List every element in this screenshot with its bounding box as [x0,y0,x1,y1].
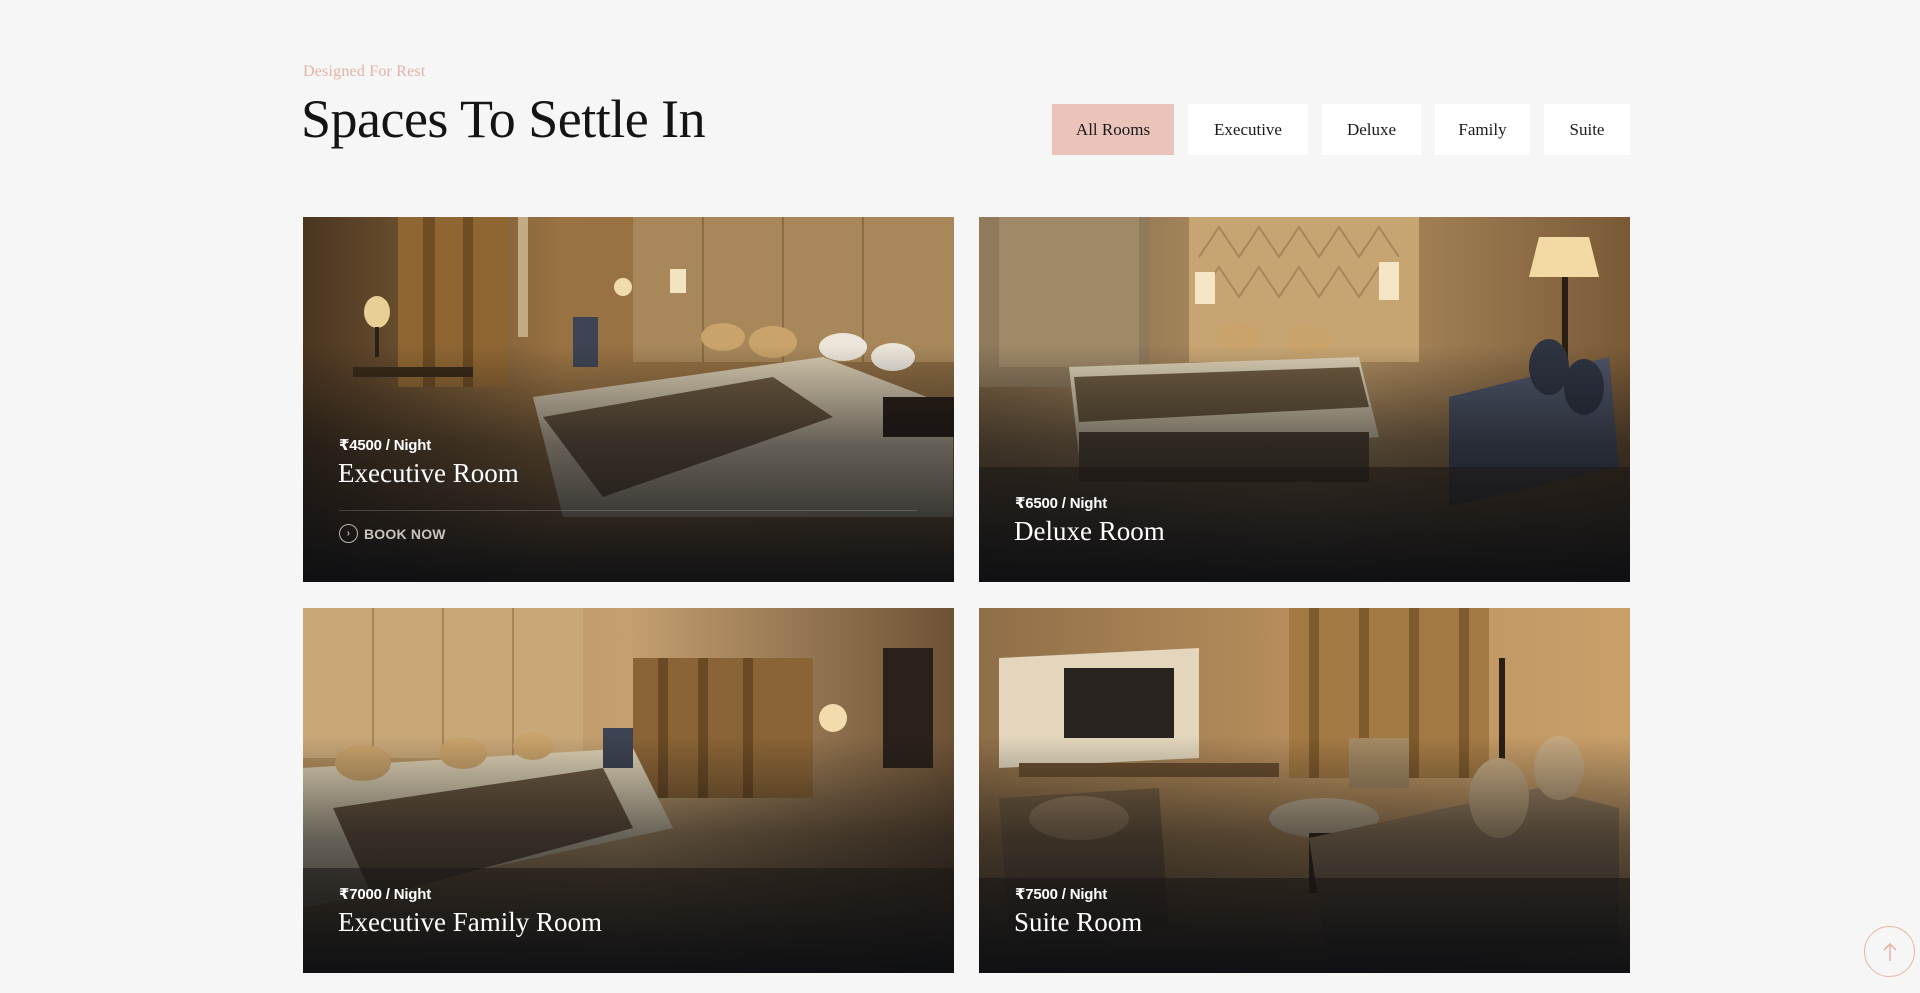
filter-deluxe[interactable]: Deluxe [1322,104,1421,155]
filter-family[interactable]: Family [1435,104,1530,155]
section-eyebrow: Designed For Rest [303,63,426,80]
room-price: ₹7000 / Night [339,886,432,903]
room-name: Executive Family Room [338,907,602,937]
room-filter-tabs: All Rooms Executive Deluxe Family Suite [1052,104,1630,155]
room-price: ₹6500 / Night [1015,495,1108,512]
room-name: Suite Room [1014,907,1143,937]
room-card-suite[interactable]: ₹7500 / Night Suite Room [979,608,1630,973]
card-divider [339,510,917,511]
scroll-to-top-button[interactable] [1864,926,1915,977]
chevron-right-circle-icon: › [339,524,358,543]
room-card-deluxe[interactable]: ₹6500 / Night Deluxe Room [979,217,1630,582]
room-name: Deluxe Room [1014,516,1165,546]
room-card-executive-family[interactable]: ₹7000 / Night Executive Family Room [303,608,954,973]
arrow-up-icon [1882,942,1897,961]
room-card-executive[interactable]: ₹4500 / Night Executive Room › BOOK NOW [303,217,954,582]
section-title: Spaces To Settle In [301,89,706,149]
book-now-link[interactable]: › BOOK NOW [339,524,446,543]
filter-executive[interactable]: Executive [1188,104,1308,155]
room-price: ₹4500 / Night [339,437,432,454]
room-price: ₹7500 / Night [1015,886,1108,903]
room-name: Executive Room [338,458,519,488]
filter-all-rooms[interactable]: All Rooms [1052,104,1174,155]
filter-suite[interactable]: Suite [1544,104,1630,155]
book-now-label: BOOK NOW [364,525,446,542]
